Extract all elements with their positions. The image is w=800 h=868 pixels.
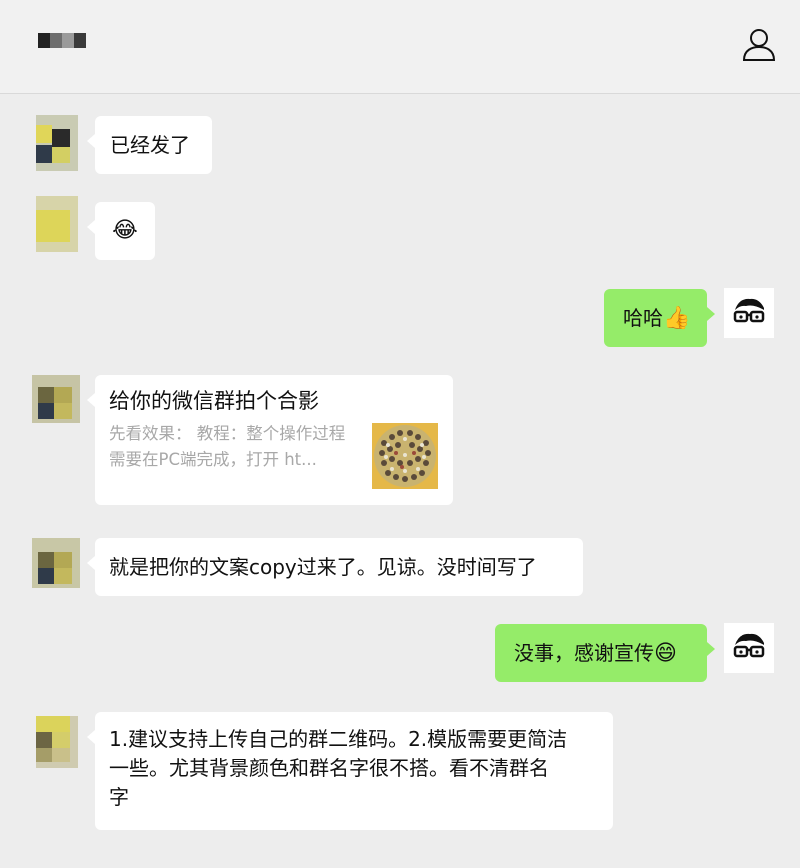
message-text-line: 1.建议支持上传自己的群二维码。2.模版需要更简洁 — [109, 727, 568, 751]
laughing-emoji-icon: 😂 — [112, 218, 138, 243]
thumbs-up-emoji-icon: 👍 — [663, 306, 691, 331]
avatar-contact[interactable] — [32, 538, 80, 594]
avatar-contact[interactable] — [36, 196, 78, 252]
avatar-contact[interactable] — [32, 375, 80, 431]
message-text-line: 字 — [109, 785, 129, 809]
link-card[interactable]: 给你的微信群拍个合影 先看效果： 教程：整个操作过程需要在PC端完成，打开 ht… — [87, 375, 453, 505]
glasses-face-icon — [733, 298, 765, 323]
message-bubble[interactable]: 没事，感谢宣传😄 — [495, 624, 715, 682]
message-bubble[interactable]: 就是把你的文案copy过来了。见谅。没时间写了 — [87, 538, 583, 596]
avatar-self[interactable] — [724, 623, 774, 673]
link-card-title: 给你的微信群拍个合影 — [109, 389, 319, 413]
message-bubble[interactable]: 哈哈👍 — [604, 289, 715, 347]
avatar-contact[interactable] — [36, 115, 78, 171]
grinning-emoji-icon: 😄 — [654, 641, 677, 666]
chat-title-pixelated — [38, 33, 86, 48]
user-icon — [742, 29, 776, 61]
message-bubble[interactable]: 已经发了 — [87, 116, 212, 174]
profile-button[interactable] — [740, 26, 778, 64]
avatar-contact[interactable] — [36, 716, 78, 772]
message-text: 已经发了 — [110, 133, 190, 157]
message-bubble[interactable]: 1.建议支持上传自己的群二维码。2.模版需要更简洁 一些。尤其背景颜色和群名字很… — [87, 712, 613, 830]
message-text: 没事，感谢宣传 — [514, 641, 654, 665]
message-text: 就是把你的文案copy过来了。见谅。没时间写了 — [109, 555, 537, 579]
glasses-face-icon — [733, 633, 765, 658]
link-card-description: 先看效果： 教程：整个操作过程需要在PC端完成，打开 ht... — [109, 424, 346, 469]
avatar-self[interactable] — [724, 288, 774, 338]
link-card-thumbnail — [372, 423, 438, 489]
message-text: 哈哈 — [623, 306, 663, 330]
message-bubble[interactable]: 😂 — [87, 202, 155, 260]
message-text-line: 一些。尤其背景颜色和群名字很不搭。看不清群名 — [109, 756, 549, 780]
chat-header — [0, 0, 800, 94]
